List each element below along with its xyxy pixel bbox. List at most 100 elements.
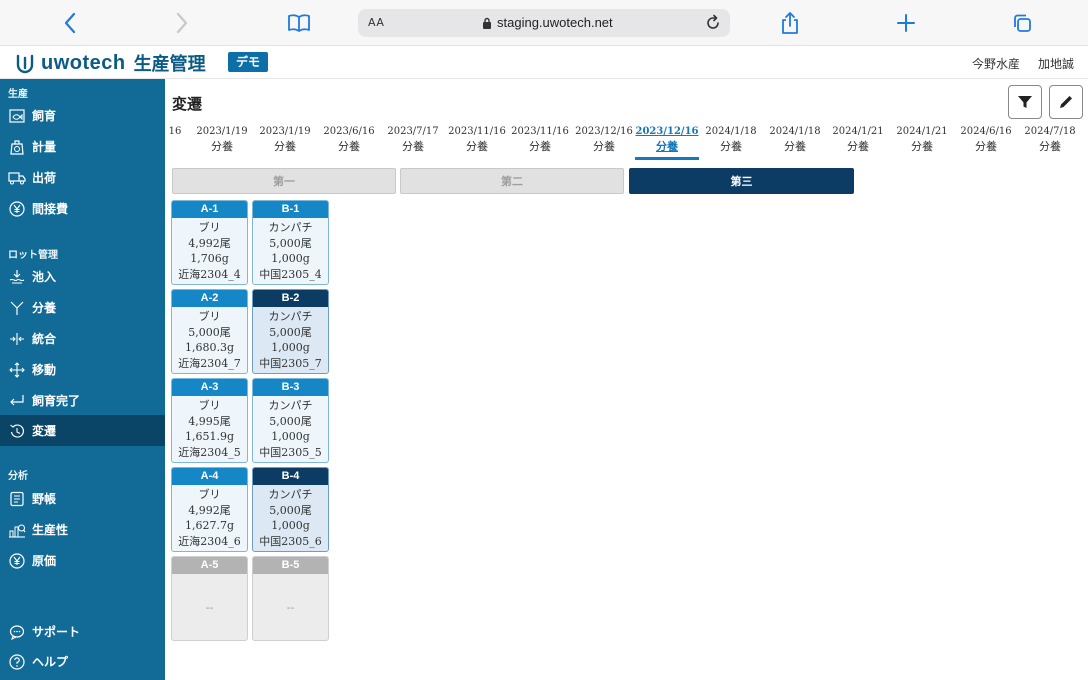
sidebar-item-weighing[interactable]: 計量 [0,131,165,162]
scale-icon [8,138,26,156]
sidebar-section-production: 生産 [8,89,28,100]
logo-text: uwotech [41,51,126,74]
pen-count: 5,000尾 [269,414,312,428]
pen-card-a4[interactable]: A-4 ブリ 4,992尾 1,627.7g 近海2304_6 [171,467,248,552]
timeline-event[interactable]: 2024/1/21 分養 [826,124,890,154]
reader-text-size-button[interactable]: AA [368,16,384,29]
timeline-label: 分養 [402,140,424,153]
pen-lot: 中国2305_5 [259,445,322,459]
bookmarks-button[interactable] [284,8,314,38]
timeline-date: 2023/11/16 [511,126,569,137]
timeline-event[interactable]: 2024/1/18 分養 [699,124,763,154]
share-icon [782,12,798,34]
pen-card-a2[interactable]: A-2 ブリ 5,000尾 1,680.3g 近海2304_7 [171,289,248,374]
segment-second[interactable]: 第二 [400,168,624,194]
app-logo[interactable]: uwotech 生産管理 [14,50,206,76]
yen-circle-icon [8,552,26,570]
productivity-icon [8,521,26,539]
sidebar-item-label: 間接費 [32,202,69,216]
sidebar-item-help[interactable]: ヘルプ [0,646,165,677]
tabs-icon [1014,14,1031,32]
timeline-event[interactable]: 2023/1/19 分養 [253,124,317,154]
timeline-event[interactable]: 2024/6/16 分養 [954,124,1018,154]
pen-fish: カンパチ [268,399,313,412]
timeline-label: 分養 [466,140,488,153]
pen-card-b3[interactable]: B-3 カンパチ 5,000尾 1,000g 中国2305_5 [252,378,329,463]
sidebar-item-label: 野帳 [32,492,57,506]
sidebar-item-label: 飼育 [32,109,57,123]
timeline-event[interactable]: 2023/6/16 分養 [317,124,381,154]
back-button[interactable] [56,8,84,38]
timeline-date: 2023/1/19 [196,126,248,137]
sidebar-item-merge[interactable]: 統合 [0,323,165,354]
sidebar-item-label: 出荷 [32,171,57,185]
timeline-event[interactable]: 2023/1/19 分養 [190,124,254,154]
tabs-overview-button[interactable] [1008,8,1036,38]
pen-name: A-5 [172,557,247,574]
pen-card-b1[interactable]: B-1 カンパチ 5,000尾 1,000g 中国2305_4 [252,200,329,285]
fish-tank-icon [8,107,26,125]
pen-count: 5,000尾 [269,503,312,517]
pen-count: 4,992尾 [188,503,231,517]
pen-card-b4[interactable]: B-4 カンパチ 5,000尾 1,000g 中国2305_6 [252,467,329,552]
address-bar[interactable]: AA staging.uwotech.net [358,9,730,37]
pen-fish: カンパチ [268,221,313,234]
sidebar-item-cost[interactable]: 原価 [0,545,165,576]
timeline-label: 分養 [720,140,742,153]
share-button[interactable] [776,8,804,38]
timeline-event[interactable]: 2024/1/21 分養 [890,124,954,154]
pen-card-b5[interactable]: B-5 -- [252,556,329,641]
segment-first[interactable]: 第一 [172,168,396,194]
pen-lot: 近海2304_6 [178,534,241,548]
timeline-event[interactable]: 2023/11/16 分養 [445,124,509,154]
pen-card-a3[interactable]: A-3 ブリ 4,995尾 1,651.9g 近海2304_5 [171,378,248,463]
segment-third[interactable]: 第三 [629,168,854,194]
sidebar-item-move[interactable]: 移動 [0,354,165,385]
edit-button[interactable] [1049,85,1083,119]
sidebar-item-productivity[interactable]: 生産性 [0,514,165,545]
pen-name: A-1 [172,201,247,218]
pen-card-a1[interactable]: A-1 ブリ 4,992尾 1,706g 近海2304_4 [171,200,248,285]
pen-fish: ブリ [198,310,221,323]
timeline-event[interactable]: 2023/11/16 分養 [508,124,572,154]
timeline-date: 2023/12/16 [635,126,699,137]
return-icon [8,392,26,410]
timeline-event-selected[interactable]: 2023/12/16 分養 [635,124,699,160]
history-timeline: 16 2023/1/19 分養 2023/1/19 分養 2023/6/16 分… [165,124,1088,164]
timeline-event[interactable]: 2023/12/16 分養 [572,124,636,154]
new-tab-button[interactable] [892,8,920,38]
sidebar-item-feeding[interactable]: 飼育 [0,100,165,131]
pen-lot: 近海2304_7 [178,356,241,370]
timeline-label: 分養 [656,140,678,153]
pen-weight: 1,706g [190,252,229,265]
filter-button[interactable] [1008,85,1042,119]
pen-weight: 1,651.9g [184,430,235,443]
timeline-label: 分養 [338,140,360,153]
timeline-label: 分養 [1039,140,1061,153]
reload-icon[interactable] [704,14,722,32]
sidebar-item-history[interactable]: 変遷 [0,415,165,446]
sidebar-item-label: 生産性 [32,523,69,537]
timeline-label: 分養 [274,140,296,153]
sidebar-item-label: 計量 [32,140,57,154]
sidebar-item-field-notes[interactable]: 野帳 [0,483,165,514]
pen-weight: 1,000g [271,430,310,443]
user-name[interactable]: 加地誠 [1038,55,1074,72]
timeline-date: 2023/1/19 [259,126,311,137]
chevron-left-icon [64,12,76,34]
forward-button[interactable] [168,8,196,38]
sidebar-item-overhead[interactable]: 間接費 [0,193,165,224]
timeline-event[interactable]: 2024/7/18 分養 [1018,124,1082,154]
sidebar-item-support[interactable]: サポート [0,616,165,647]
timeline-event[interactable]: 2024/1/18 分養 [763,124,827,154]
pen-card-a5[interactable]: A-5 -- [171,556,248,641]
sidebar-item-shipping[interactable]: 出荷 [0,162,165,193]
sidebar-item-feeding-complete[interactable]: 飼育完了 [0,385,165,416]
timeline-event[interactable]: 2023/7/17 分養 [381,124,445,154]
pen-count: 5,000尾 [269,325,312,339]
sidebar-item-split[interactable]: 分養 [0,292,165,323]
company-name[interactable]: 今野水産 [972,55,1020,72]
sidebar-item-pond-entry[interactable]: 池入 [0,261,165,292]
timeline-selected-indicator [635,157,699,160]
pen-card-b2[interactable]: B-2 カンパチ 5,000尾 1,000g 中国2305_7 [252,289,329,374]
